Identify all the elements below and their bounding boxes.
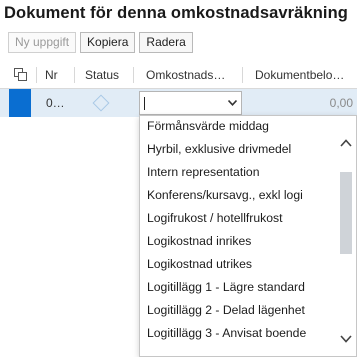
column-header-expense-type[interactable]: Omkostnads… [146, 62, 225, 88]
row-number: 0… [46, 96, 65, 110]
dropdown-option[interactable]: Logitillägg 1 - Lägre standard [147, 276, 305, 299]
column-header-document-amount[interactable]: Dokumentbelo… [255, 62, 344, 88]
dropdown-option[interactable]: Förmånsvärde middag [147, 116, 269, 138]
page-title: Dokument för denna omkostnadsavräkning [4, 4, 348, 22]
expense-type-dropdown: Förmånsvärde middag Hyrbil, exklusive dr… [139, 115, 357, 357]
dropdown-option[interactable]: Hyrbil, exklusive drivmedel [147, 138, 291, 161]
diamond-icon [92, 94, 110, 112]
toolbar: Ny uppgift Kopiera Radera [8, 32, 193, 54]
dropdown-scrollbar[interactable] [336, 116, 356, 356]
dropdown-option[interactable]: Intern representation [147, 161, 259, 184]
column-header-nr[interactable]: Nr [45, 62, 58, 88]
copy-button[interactable]: Kopiera [80, 32, 136, 53]
text-caret [144, 97, 145, 110]
chevron-up-icon[interactable] [336, 132, 356, 152]
scrollbar-thumb[interactable] [340, 172, 352, 254]
copy-icon[interactable] [14, 68, 28, 82]
dropdown-option[interactable]: Logifrukost / hotellfrukost [147, 207, 283, 230]
expense-type-select[interactable] [139, 91, 242, 115]
dropdown-option[interactable]: Logitillägg 3 - Anvisat boende [147, 322, 306, 345]
dropdown-option[interactable]: Logitillägg 2 - Delad lägenhet [147, 299, 305, 322]
delete-button[interactable]: Radera [139, 32, 193, 53]
dropdown-option[interactable]: Konferens/kursavg., exkl logi [147, 184, 303, 207]
chevron-down-icon[interactable] [227, 92, 238, 114]
chevron-down-icon[interactable] [336, 328, 356, 348]
table-header: Nr Status Omkostnads… Dokumentbelo… [0, 62, 357, 89]
new-task-button[interactable]: Ny uppgift [8, 32, 77, 53]
row-amount: 0,00 [329, 96, 353, 110]
row-selection-marker[interactable] [9, 89, 31, 117]
column-header-status[interactable]: Status [85, 62, 119, 88]
dropdown-option[interactable]: Logikostnad inrikes [147, 230, 251, 253]
dropdown-option[interactable]: Logikostnad utrikes [147, 253, 252, 276]
